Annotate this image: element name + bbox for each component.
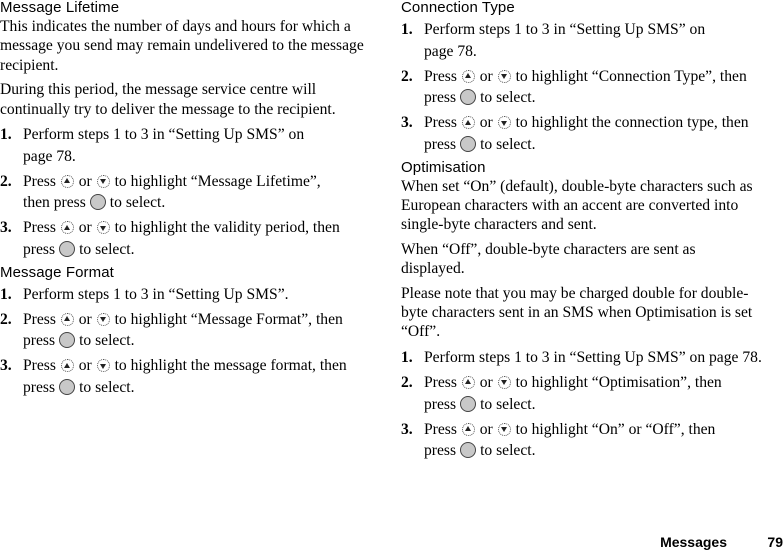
step-text-post: to select.	[480, 395, 536, 413]
step-text-post: to select.	[79, 378, 135, 396]
nav-up-key-icon	[461, 116, 475, 130]
nav-down-key-icon	[497, 375, 511, 389]
step-number: 2.	[0, 172, 12, 190]
step-text: Perform steps 1 to 3 in “Setting Up SMS”…	[23, 126, 305, 165]
step-number: 3.	[0, 219, 12, 237]
steps-list: 1. Perform steps 1 to 3 in “Setting Up S…	[0, 284, 366, 399]
center-select-key-icon	[59, 378, 76, 395]
center-select-key-icon	[59, 241, 76, 257]
paragraph: During this period, the message service …	[0, 81, 336, 118]
step-text-pre: Press	[23, 172, 56, 190]
page-footer: Messages 79	[660, 534, 783, 550]
section-message-format: Message Format 1. Perform steps 1 to 3 i…	[0, 265, 366, 399]
center-select-key-icon	[460, 135, 477, 152]
nav-down-key-icon	[96, 221, 110, 235]
step-item: 2. Press or to highlight “Message Format…	[0, 309, 366, 352]
step-number: 1.	[401, 21, 413, 38]
section-heading: Message Lifetime	[0, 0, 120, 16]
paragraph: When “Off”, double-byte characters are s…	[401, 240, 696, 278]
section-heading: Connection Type	[401, 0, 515, 16]
paragraph: This indicates the number of days and ho…	[0, 18, 364, 74]
center-select-key-icon	[460, 442, 477, 459]
step-item: 2. Press or to highlight “Optimisation”,…	[401, 372, 771, 415]
step-number: 2.	[0, 310, 12, 328]
center-select-key-icon	[59, 332, 76, 349]
step-text-or: or	[479, 67, 493, 85]
step-number: 1.	[401, 348, 413, 366]
nav-up-key-icon	[60, 359, 74, 373]
step-item: 2. Press or to highlight “Message Lifeti…	[0, 171, 366, 214]
step-item: 3. Press or to highlight the validity pe…	[0, 217, 366, 260]
nav-down-key-icon	[96, 359, 110, 373]
step-text-pre: Press	[424, 373, 457, 391]
step-number: 1.	[0, 285, 12, 303]
center-select-key-icon	[89, 194, 106, 211]
step-number: 1.	[0, 126, 12, 144]
paragraph: Please note that you may be charged doub…	[401, 284, 753, 341]
nav-down-key-icon	[96, 174, 110, 188]
step-text-post: to select.	[79, 241, 135, 258]
step-number: 3.	[0, 357, 12, 375]
step-text: Perform steps 1 to 3 in “Setting Up SMS”…	[23, 285, 289, 303]
paragraph: When set “On” (default), double-byte cha…	[401, 177, 753, 234]
nav-up-key-icon	[461, 422, 475, 436]
step-number: 2.	[401, 67, 413, 85]
nav-up-key-icon	[60, 312, 74, 326]
section-heading: Optimisation	[401, 158, 486, 176]
step-text-or: or	[78, 357, 92, 375]
footer-section-title: Messages	[660, 534, 727, 550]
step-text-pre: Press	[424, 67, 457, 85]
center-select-key-icon	[460, 395, 477, 412]
step-text-post: to select.	[480, 442, 536, 460]
step-number: 3.	[401, 420, 413, 438]
step-item: 1. Perform steps 1 to 3 in “Setting Up S…	[401, 347, 771, 369]
nav-down-key-icon	[497, 422, 511, 436]
step-text-or: or	[479, 114, 493, 132]
step-text-or: or	[479, 373, 493, 391]
nav-down-key-icon	[96, 312, 110, 326]
step-text-pre: Press	[424, 420, 457, 438]
step-text-or: or	[78, 310, 92, 328]
step-text-pre: Press	[23, 219, 56, 237]
step-text-pre: Press	[424, 114, 457, 132]
section-connection-type: Connection Type 1. Perform steps 1 to 3 …	[401, 0, 771, 156]
nav-up-key-icon	[461, 375, 475, 389]
page-number: 79	[767, 534, 783, 550]
step-item: 1. Perform steps 1 to 3 in “Setting Up S…	[0, 124, 366, 167]
steps-list: 1. Perform steps 1 to 3 in “Setting Up S…	[401, 347, 771, 462]
nav-up-key-icon	[60, 221, 74, 235]
step-text-post: to select.	[79, 332, 135, 350]
step-item: 3. Press or to highlight “On” or “Off”, …	[401, 419, 771, 462]
step-item: 3. Press or to highlight the message for…	[0, 355, 366, 398]
step-number: 3.	[401, 114, 413, 132]
step-item: 1. Perform steps 1 to 3 in “Setting Up S…	[401, 19, 771, 62]
step-number: 2.	[401, 373, 413, 391]
step-text-or: or	[78, 219, 92, 237]
section-message-lifetime: Message Lifetime This indicates the numb…	[0, 0, 366, 261]
right-column: Connection Type 1. Perform steps 1 to 3 …	[401, 0, 771, 465]
step-text-post: to select.	[109, 194, 166, 212]
step-text-or: or	[78, 172, 92, 190]
section-optimisation: Optimisation When set “On” (default), do…	[401, 160, 771, 462]
step-text-post: to select.	[480, 89, 536, 107]
step-item: 1. Perform steps 1 to 3 in “Setting Up S…	[0, 284, 366, 306]
section-heading: Message Format	[0, 263, 114, 281]
step-text: Perform steps 1 to 3 in “Setting Up SMS”…	[424, 21, 706, 60]
step-text-pre: Press	[23, 310, 56, 328]
step-text: Perform steps 1 to 3 in “Setting Up SMS”…	[424, 348, 762, 366]
step-item: 2. Press or to highlight “Connection Typ…	[401, 66, 771, 109]
left-column: Message Lifetime This indicates the numb…	[0, 0, 366, 402]
nav-up-key-icon	[461, 69, 475, 83]
nav-down-key-icon	[497, 116, 511, 130]
step-text-post: to select.	[480, 135, 536, 153]
step-item: 3. Press or to highlight the connection …	[401, 112, 771, 155]
steps-list: 1. Perform steps 1 to 3 in “Setting Up S…	[401, 19, 771, 156]
steps-list: 1. Perform steps 1 to 3 in “Setting Up S…	[0, 124, 366, 261]
step-text-pre: Press	[23, 357, 56, 375]
center-select-key-icon	[460, 89, 477, 106]
nav-up-key-icon	[60, 174, 74, 188]
step-text-or: or	[479, 420, 493, 438]
nav-down-key-icon	[497, 69, 511, 83]
